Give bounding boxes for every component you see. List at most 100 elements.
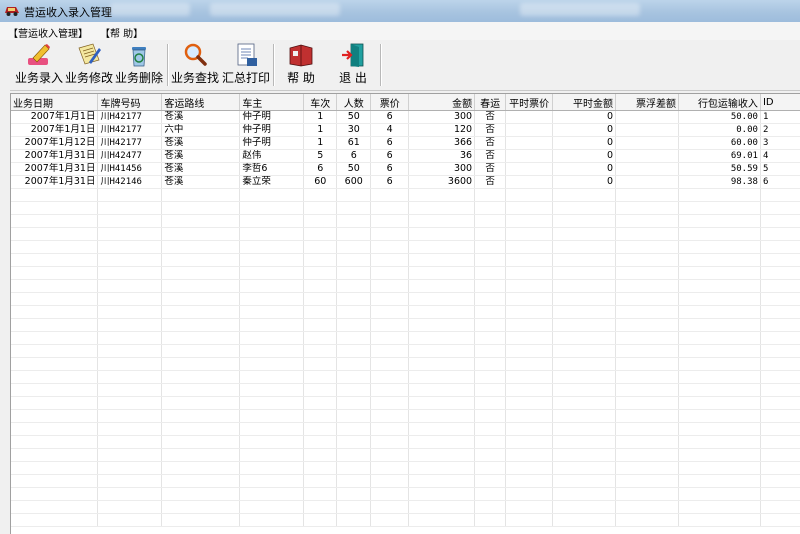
exit-button[interactable]: 退 出 — [330, 42, 376, 88]
table-cell — [615, 136, 679, 150]
empty-cell — [760, 422, 800, 436]
empty-cell — [615, 240, 679, 254]
toolbar: 业务录入 业务修改 业务删除 业务查找 汇总打印 帮 助 退 出 — [0, 40, 800, 91]
empty-cell — [505, 383, 554, 397]
table-cell: 2007年1月12日 — [11, 136, 99, 150]
empty-row — [11, 344, 800, 358]
empty-cell — [239, 370, 305, 384]
col-header-luggage-income[interactable]: 行包运输收入 — [678, 94, 761, 111]
empty-cell — [97, 201, 163, 215]
summary-print-label: 汇总打印 — [222, 71, 271, 85]
empty-cell — [505, 188, 554, 202]
col-header-owner[interactable]: 车主 — [239, 94, 305, 111]
table-cell: 否 — [474, 136, 507, 150]
empty-cell — [552, 435, 617, 449]
table-cell: 300 — [408, 110, 476, 124]
delete-record-label: 业务删除 — [114, 71, 163, 85]
table-row[interactable]: 2007年1月31日 川H42477 苍溪 赵伟 5 6 6 36 否 0 69.01 4 — [11, 149, 800, 163]
edit-record-button[interactable]: 业务修改 — [64, 42, 114, 88]
empty-cell — [11, 487, 99, 501]
empty-cell — [474, 318, 507, 332]
menu-income-management[interactable]: 【营运收入管理】 — [8, 25, 88, 40]
table-row[interactable]: 2007年1月1日 川H42177 六中 仲子明 1 30 4 120 否 0 0.00 2 — [11, 123, 800, 137]
col-header-passengers[interactable]: 人数 — [336, 94, 372, 111]
table-cell: 2 — [760, 123, 800, 137]
add-record-button[interactable]: 业务录入 — [14, 42, 64, 88]
col-header-fare[interactable]: 票价 — [370, 94, 410, 111]
empty-cell — [552, 383, 617, 397]
empty-cell — [505, 474, 554, 488]
table-row[interactable]: 2007年1月1日 川H42177 苍溪 仲子明 1 50 6 300 否 0 50.00 1 — [11, 110, 800, 124]
delete-record-button[interactable]: 业务删除 — [114, 42, 164, 88]
empty-cell — [336, 448, 372, 462]
search-record-label: 业务查找 — [170, 71, 219, 85]
col-header-normal-fare[interactable]: 平时票价 — [505, 94, 554, 111]
empty-cell — [474, 214, 507, 228]
summary-print-button[interactable]: 汇总打印 — [222, 42, 270, 88]
empty-cell — [678, 331, 761, 345]
empty-cell — [370, 370, 410, 384]
empty-row — [11, 305, 800, 319]
help-button[interactable]: 帮 助 — [278, 42, 324, 88]
table-row[interactable]: 2007年1月31日 川H41456 苍溪 李哲6 6 50 6 300 否 0 50.59 5 — [11, 162, 800, 176]
empty-cell — [615, 500, 679, 514]
empty-cell — [239, 279, 305, 293]
table-cell: 2007年1月31日 — [11, 149, 99, 163]
empty-cell — [505, 240, 554, 254]
empty-cell — [303, 214, 338, 228]
menu-help[interactable]: 【帮 助】 — [100, 25, 143, 40]
empty-cell — [370, 201, 410, 215]
col-header-plate[interactable]: 车牌号码 — [97, 94, 163, 111]
empty-cell — [474, 188, 507, 202]
col-header-amount[interactable]: 金额 — [408, 94, 476, 111]
empty-cell — [678, 292, 761, 306]
table-row[interactable]: 2007年1月31日 川H42146 苍溪 秦立荣 60 600 6 3600 否 0 98.38 6 — [11, 175, 800, 189]
empty-cell — [11, 357, 99, 371]
empty-cell — [11, 409, 99, 423]
empty-cell — [11, 435, 99, 449]
print-report-icon — [237, 43, 257, 66]
col-header-spring-festival[interactable]: 春运 — [474, 94, 507, 111]
empty-cell — [161, 435, 241, 449]
empty-cell — [408, 500, 476, 514]
empty-cell — [678, 318, 761, 332]
col-header-id[interactable]: ID — [760, 94, 800, 111]
table-row[interactable]: 2007年1月12日 川H42177 苍溪 仲子明 1 61 6 366 否 0 60.00 3 — [11, 136, 800, 150]
empty-cell — [552, 279, 617, 293]
empty-cell — [370, 344, 410, 358]
empty-cell — [161, 279, 241, 293]
search-record-button[interactable]: 业务查找 — [170, 42, 220, 88]
empty-cell — [760, 318, 800, 332]
empty-cell — [303, 331, 338, 345]
table-cell: 苍溪 — [161, 175, 241, 189]
empty-cell — [336, 422, 372, 436]
empty-cell — [678, 474, 761, 488]
empty-cell — [11, 370, 99, 384]
table-header-row: 业务日期 车牌号码 客运路线 车主 车次 人数 票价 金额 春运 平时票价 平时… — [11, 94, 800, 111]
records-grid[interactable]: 业务日期 车牌号码 客运路线 车主 车次 人数 票价 金额 春运 平时票价 平时… — [10, 93, 800, 534]
table-cell: 否 — [474, 175, 507, 189]
empty-cell — [505, 487, 554, 501]
col-header-normal-amount[interactable]: 平时金额 — [552, 94, 617, 111]
empty-cell — [303, 292, 338, 306]
col-header-route[interactable]: 客运路线 — [161, 94, 241, 111]
col-header-trips[interactable]: 车次 — [303, 94, 338, 111]
col-header-fare-difference[interactable]: 票浮差额 — [615, 94, 679, 111]
empty-cell — [505, 201, 554, 215]
col-header-date[interactable]: 业务日期 — [11, 94, 99, 111]
empty-cell — [552, 188, 617, 202]
table-cell: 36 — [408, 149, 476, 163]
table-cell: 6 — [370, 136, 410, 150]
empty-cell — [408, 474, 476, 488]
table-cell: 秦立荣 — [239, 175, 305, 189]
empty-cell — [552, 331, 617, 345]
toolbar-separator — [167, 44, 169, 86]
empty-cell — [615, 253, 679, 267]
empty-cell — [11, 383, 99, 397]
empty-cell — [552, 513, 617, 527]
empty-cell — [760, 279, 800, 293]
empty-row — [11, 422, 800, 436]
empty-cell — [678, 357, 761, 371]
empty-cell — [615, 435, 679, 449]
table-cell: 60.00 — [678, 136, 761, 150]
